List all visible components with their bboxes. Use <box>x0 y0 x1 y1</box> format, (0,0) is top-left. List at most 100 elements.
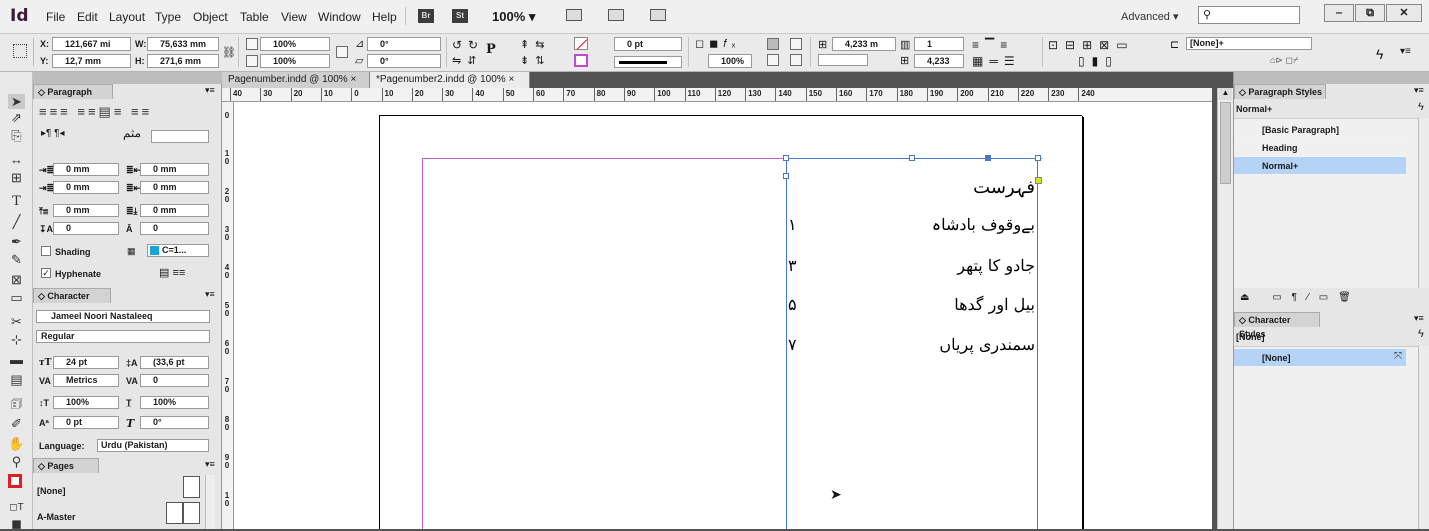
fill-swatch[interactable] <box>574 37 588 50</box>
scrollbar-thumb[interactable] <box>1220 102 1231 184</box>
styles-scrollbar[interactable] <box>1418 118 1429 288</box>
workspace-switcher[interactable]: Advanced ▾ <box>1121 10 1179 23</box>
paragraph-direction-icon[interactable]: ▸¶ ¶◂ <box>41 128 65 139</box>
first-line-indent-field[interactable]: 0 mm <box>53 181 119 194</box>
constrain-proportions-icon[interactable]: ⛓ <box>222 46 236 59</box>
character-styles-scrollbar[interactable] <box>1418 346 1429 529</box>
new-style-lightning-icon[interactable]: ϟ <box>1418 101 1424 113</box>
hyphenate-checkbox[interactable]: ✓ <box>41 268 51 278</box>
stock-button[interactable]: St <box>452 9 468 23</box>
stroke-swatch[interactable] <box>574 54 588 67</box>
quick-apply-lightning-icon[interactable]: ϟ <box>1376 46 1383 62</box>
shading-checkbox[interactable] <box>41 246 51 256</box>
doc-tab-pagenumber[interactable]: Pagenumber.indd @ 100% × <box>222 72 370 88</box>
frame-handle[interactable] <box>1035 155 1041 161</box>
menu-object[interactable]: Object <box>193 10 228 24</box>
direct-selection-tool-icon[interactable]: ⇗ <box>8 110 25 125</box>
digits-dropdown[interactable] <box>151 130 209 143</box>
note-tool-icon[interactable]: 🗊 <box>8 396 25 411</box>
font-size-field[interactable]: 24 pt <box>53 356 119 369</box>
font-family-dropdown[interactable]: Jameel Noori Nastaleeq <box>36 310 210 323</box>
pages-scrollbar[interactable] <box>205 475 215 529</box>
panel-menu-icon[interactable]: ▾≡ <box>1414 85 1424 96</box>
columns-field[interactable]: 1 <box>914 37 964 51</box>
menu-edit[interactable]: Edit <box>77 10 98 24</box>
effects-icons[interactable]: ◻◼𝑓ₓ <box>695 37 740 51</box>
space-before-field[interactable]: 0 mm <box>53 204 119 217</box>
constrain-scale-icon[interactable] <box>336 46 348 58</box>
selection-tool-icon[interactable]: ➤ <box>8 94 25 109</box>
gap-tool-icon[interactable]: ↔ <box>8 152 25 167</box>
scale-x-field[interactable]: 100% <box>260 37 330 51</box>
vertical-scale-field[interactable]: 100% <box>53 396 119 409</box>
document-page[interactable]: فہرست بےوقوف بادشاہ ۱ جادو کا پتھر ۳ بیل… <box>379 115 1082 529</box>
new-style-lightning-icon[interactable]: ϟ <box>1418 328 1424 340</box>
doc-tab-pagenumber2[interactable]: *Pagenumber2.indd @ 100% × <box>370 72 530 88</box>
kerning-field[interactable]: Metrics <box>53 374 119 387</box>
page-tool-icon[interactable]: ⎘ <box>8 128 25 143</box>
opacity-field[interactable]: 100% <box>708 54 752 68</box>
tracking-field[interactable]: 0 <box>140 374 209 387</box>
formatting-affects-icon[interactable]: ◻T <box>8 500 25 515</box>
skew-field[interactable]: 0° <box>140 416 209 429</box>
column-width-field[interactable]: 4,233 m <box>832 37 896 51</box>
panel-menu-icon[interactable]: ▾≡ <box>1414 313 1424 324</box>
frame-handle[interactable] <box>783 155 789 161</box>
master-right-thumbnail[interactable] <box>183 502 200 524</box>
x-field[interactable]: 121,667 mi <box>52 37 131 51</box>
drop-cap-lines-field[interactable]: 0 <box>53 222 119 235</box>
shear-field[interactable]: 0° <box>367 54 441 68</box>
bridge-button[interactable]: Br <box>418 9 434 23</box>
arrange-documents-icon[interactable] <box>650 9 666 21</box>
style-item[interactable]: [Basic Paragraph] <box>1234 121 1406 139</box>
panel-menu-icon[interactable]: ▾≡ <box>205 289 215 300</box>
font-style-dropdown[interactable]: Regular <box>36 330 210 343</box>
alignment-buttons[interactable]: ≡≡≡ ≡≡▤≡ ≡≡ <box>39 104 152 120</box>
corner-options-dropdown[interactable] <box>818 54 868 66</box>
style-item[interactable]: Heading <box>1234 139 1406 157</box>
rectangle-tool-icon[interactable]: ▭ <box>8 290 25 305</box>
gradient-swatch-tool-icon[interactable]: ▬ <box>8 352 25 367</box>
paragraph-styles-tab[interactable]: ◇ Paragraph Styles <box>1234 84 1326 99</box>
frame-handle[interactable] <box>985 155 991 161</box>
vertical-scrollbar[interactable]: ▲ <box>1217 88 1233 529</box>
scroll-up-icon[interactable]: ▲ <box>1219 88 1232 100</box>
eyedropper-tool-icon[interactable]: ✐ <box>8 416 25 431</box>
hand-tool-icon[interactable]: ✋ <box>8 436 25 451</box>
character-styles-tab[interactable]: ◇ Character Styles <box>1234 312 1320 339</box>
baseline-shift-field[interactable]: 0 pt <box>53 416 119 429</box>
clear-override-icon[interactable]: ⤧ <box>1394 351 1402 362</box>
align-icons[interactable]: ⊡⊟⊞⊠▭ <box>1048 38 1135 52</box>
fill-stroke-icon[interactable] <box>8 474 25 489</box>
toc-text-frame[interactable]: فہرست بےوقوف بادشاہ ۱ جادو کا پتھر ۳ بیل… <box>783 155 1042 529</box>
menu-help[interactable]: Help <box>372 10 397 24</box>
master-left-thumbnail[interactable] <box>166 502 183 524</box>
pen-tool-icon[interactable]: ✒ <box>8 234 25 249</box>
distribute-icons[interactable]: ▯▮▯ <box>1078 54 1119 68</box>
flip-tools-icon[interactable]: ⇋⇵ <box>452 54 482 67</box>
line-tool-icon[interactable]: ╱ <box>8 214 25 229</box>
menu-view[interactable]: View <box>281 10 307 24</box>
scissors-tool-icon[interactable]: ✂ <box>8 314 25 329</box>
styles-footer-icons[interactable]: ⏏ ▭¶⁄▭🗑 <box>1234 292 1429 306</box>
pages-panel-tab[interactable]: ◇ Pages <box>33 458 99 473</box>
object-style-dropdown[interactable]: [None]+ <box>1186 37 1312 50</box>
none-page-thumbnail[interactable] <box>183 476 200 498</box>
gutter-field[interactable]: 4,233 <box>914 54 964 68</box>
right-indent-field[interactable]: 0 mm <box>140 163 209 176</box>
pages-none-item[interactable]: [None] <box>37 486 66 496</box>
panel-menu-icon[interactable]: ▾≡ <box>205 85 215 96</box>
a-master-item[interactable]: A-Master <box>37 512 76 522</box>
rotate-tools-icon[interactable]: ↺↻ <box>452 38 484 52</box>
space-after-field[interactable]: 0 mm <box>140 204 209 217</box>
reference-point-icon[interactable] <box>8 38 34 66</box>
h-field[interactable]: 271,6 mm <box>147 54 219 68</box>
vertical-justification-icons[interactable]: ≡▔≡ <box>972 38 1013 52</box>
shading-color-dropdown[interactable]: C=1... <box>147 244 209 257</box>
gradient-feather-tool-icon[interactable]: ▤ <box>8 372 25 387</box>
menu-window[interactable]: Window <box>318 10 361 24</box>
last-line-indent-field[interactable]: 0 mm <box>140 181 209 194</box>
view-options-icon[interactable] <box>566 9 582 21</box>
search-input[interactable]: ⚲ <box>1198 6 1300 24</box>
pasteboard[interactable]: فہرست بےوقوف بادشاہ ۱ جادو کا پتھر ۳ بیل… <box>234 102 1212 529</box>
